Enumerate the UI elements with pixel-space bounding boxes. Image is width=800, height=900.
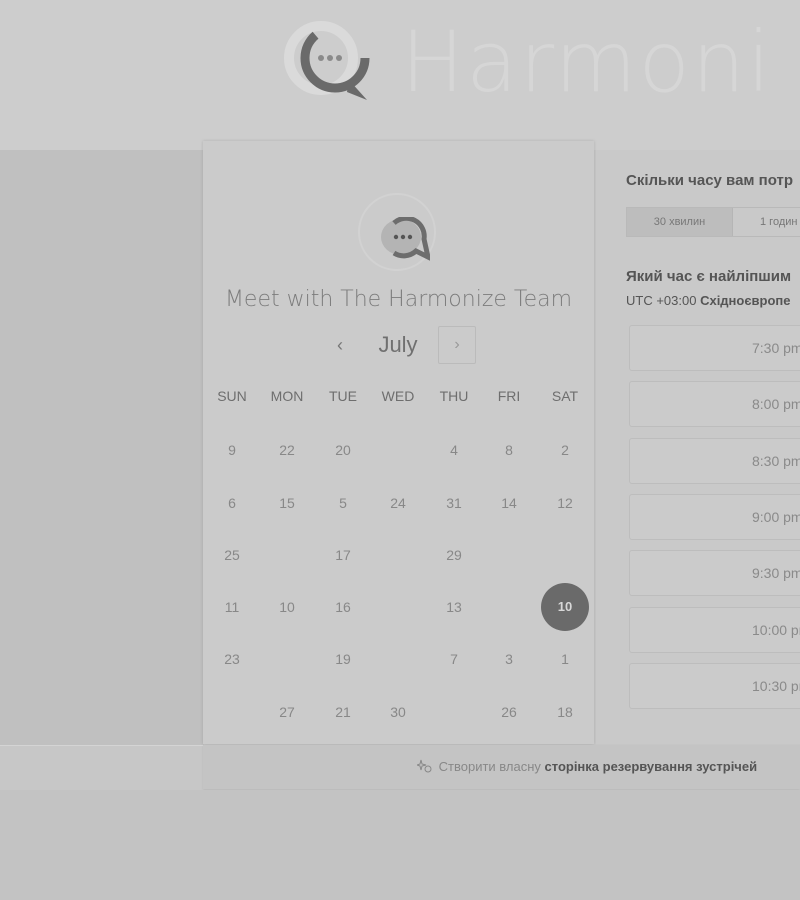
weekday-sun: SUN — [217, 388, 247, 404]
sparkle-icon — [417, 759, 432, 773]
calendar-day[interactable]: 30 — [374, 688, 422, 736]
calendar-day[interactable]: 23 — [208, 635, 256, 683]
calendar-day-selected[interactable]: 10 — [541, 583, 589, 631]
calendar-day[interactable]: 6 — [208, 479, 256, 527]
calendar-day[interactable]: 10 — [263, 583, 311, 631]
calendar-day[interactable]: 26 — [485, 688, 533, 736]
brand-logo[interactable]: Harmoni — [283, 12, 800, 112]
event-title: Meet with The Harmonize Team — [224, 287, 573, 312]
calendar-day[interactable]: 5 — [319, 479, 367, 527]
footer-bar: Створити власну сторінка резервування зу… — [203, 745, 800, 789]
month-label: July — [378, 332, 418, 357]
calendar-day[interactable]: 19 — [319, 635, 367, 683]
previous-month-button[interactable]: ‹ — [325, 327, 355, 363]
next-month-button[interactable]: › — [438, 326, 476, 364]
chat-bubble-logo-icon — [284, 21, 370, 100]
weekday-wed: WED — [381, 388, 415, 404]
timezone-selector[interactable]: UTC +03:00 Східноєвропе — [626, 293, 791, 308]
calendar-day[interactable]: 7 — [430, 635, 478, 683]
time-slot-label: 9:00 pm — [752, 508, 800, 525]
calendar-day[interactable]: 9 — [208, 426, 256, 474]
weekday-thu: THU — [439, 388, 469, 404]
calendar-day[interactable]: 29 — [430, 531, 478, 579]
weekday-sat: SAT — [551, 388, 579, 404]
calendar-day[interactable]: 22 — [263, 426, 311, 474]
calendar-day[interactable]: 17 — [319, 531, 367, 579]
create-booking-page-link[interactable]: Створити власну сторінка резервування зу… — [417, 745, 757, 789]
calendar-day[interactable]: 25 — [208, 531, 256, 579]
time-slot-label: 7:30 pm — [752, 340, 800, 356]
time-slot-label: 8:00 pm — [752, 396, 800, 413]
left-backdrop — [0, 150, 204, 745]
time-slot-label: 10:30 pm — [752, 677, 800, 694]
calendar-day[interactable]: 14 — [485, 479, 533, 527]
time-slot-button[interactable]: 8:00 pm — [629, 381, 800, 428]
duration-question: Скільки часу вам потр — [626, 172, 794, 189]
calendar-day[interactable]: 20 — [319, 426, 367, 474]
calendar-day[interactable]: 18 — [541, 688, 589, 736]
calendar-day[interactable]: 21 — [319, 688, 367, 736]
calendar-day[interactable]: 8 — [485, 426, 533, 474]
calendar-day[interactable]: 3 — [485, 635, 533, 683]
timezone-offset: UTC +03:00 — [626, 293, 697, 308]
time-slot-button[interactable]: 9:00 pm — [629, 493, 800, 540]
footer-link-strong: сторінка резервування зустрічей — [544, 759, 758, 774]
calendar-card: Meet with The Harmonize Team ‹ July › SU… — [203, 141, 594, 744]
calendar-day[interactable]: 1 — [541, 635, 589, 683]
calendar-day[interactable]: 12 — [541, 479, 589, 527]
weekday-fri: FRI — [497, 388, 521, 404]
time-slot-label: 10:00 pm — [752, 621, 800, 638]
calendar-day[interactable]: 24 — [374, 479, 422, 527]
duration-1h-tab[interactable]: 1 годин — [733, 208, 800, 236]
calendar-day[interactable]: 15 — [263, 479, 311, 527]
time-selection-panel: Скільки часу вам потр 30 хвилин 1 годин … — [596, 150, 800, 744]
time-slot-button[interactable]: 10:00 pm — [629, 606, 800, 653]
time-slot-button[interactable]: 10:30 pm — [629, 662, 800, 709]
duration-toggle: 30 хвилин 1 годин — [626, 207, 800, 237]
duration-30min-tab[interactable]: 30 хвилин — [627, 208, 733, 236]
time-slot-button[interactable]: 8:30 pm — [629, 437, 800, 484]
calendar-day[interactable]: 16 — [319, 583, 367, 631]
month-navigation: ‹ July › — [203, 325, 594, 365]
weekday-mon: MON — [270, 388, 304, 404]
calendar-day[interactable]: 27 — [263, 688, 311, 736]
weekday-tue: TUE — [329, 388, 357, 404]
calendar-day[interactable]: 2 — [541, 426, 589, 474]
time-slot-button[interactable]: 9:30 pm — [629, 550, 800, 597]
bottom-backdrop — [0, 790, 800, 900]
calendar-day[interactable]: 11 — [208, 583, 256, 631]
calendar-day[interactable]: 31 — [430, 479, 478, 527]
calendar-day[interactable]: 4 — [430, 426, 478, 474]
chat-bubble-avatar-icon — [381, 217, 430, 261]
footer-link-prefix: Створити власну — [438, 759, 541, 774]
weekday-header: SUN MON TUE WED THU FRI SAT — [203, 388, 594, 408]
calendar-day[interactable]: 13 — [430, 583, 478, 631]
time-slot-button[interactable]: 7:30 pm — [629, 325, 800, 371]
time-slot-label: 9:30 pm — [752, 565, 800, 582]
time-slot-label: 8:30 pm — [752, 452, 800, 469]
brand-name: Harmoni — [401, 13, 773, 111]
time-question: Який час є найліпшим — [626, 268, 792, 285]
timezone-name: Східноєвропе — [700, 293, 791, 308]
